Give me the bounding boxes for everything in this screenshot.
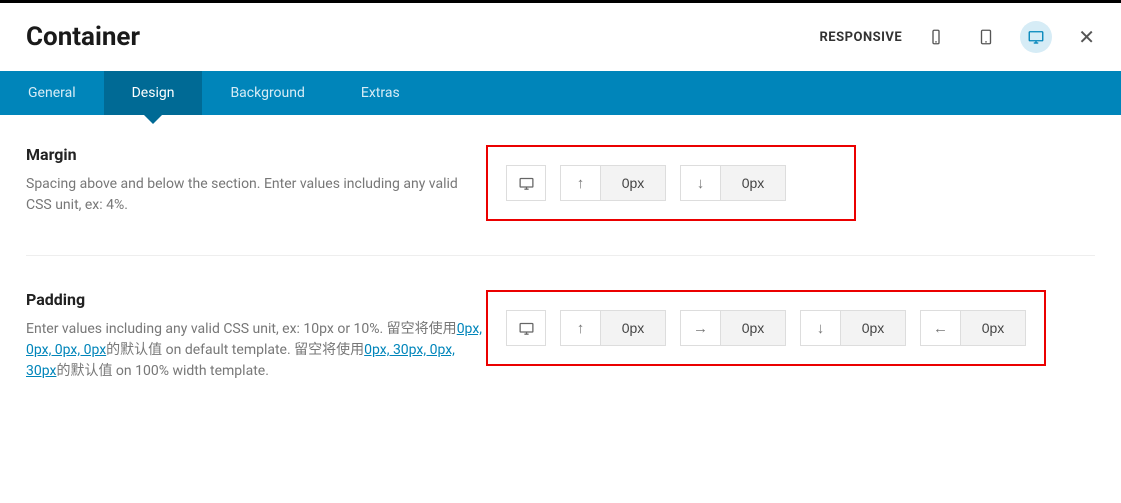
margin-controls: ↑ ↓ xyxy=(486,145,856,221)
padding-right-input: → xyxy=(680,310,786,346)
padding-device-button[interactable] xyxy=(506,310,546,346)
arrow-left-icon: ← xyxy=(920,310,960,346)
margin-row: Margin Spacing above and below the secti… xyxy=(26,145,1095,256)
page-title: Container xyxy=(26,22,140,52)
margin-desc: Spacing above and below the section. Ent… xyxy=(26,174,486,216)
arrow-up-icon: ↑ xyxy=(560,310,600,346)
margin-device-button[interactable] xyxy=(506,165,546,201)
responsive-switcher: RESPONSIVE ✕ xyxy=(819,21,1095,53)
padding-left-field[interactable] xyxy=(960,310,1026,346)
mobile-icon[interactable] xyxy=(920,21,952,53)
padding-top-field[interactable] xyxy=(600,310,666,346)
arrow-up-icon: ↑ xyxy=(560,165,600,201)
margin-title: Margin xyxy=(26,145,486,164)
margin-bottom-field[interactable] xyxy=(720,165,786,201)
padding-left-input: ← xyxy=(920,310,1026,346)
arrow-down-icon: ↓ xyxy=(800,310,840,346)
padding-title: Padding xyxy=(26,290,486,309)
tab-design[interactable]: Design xyxy=(104,71,203,115)
margin-bottom-input: ↓ xyxy=(680,165,786,201)
tab-extras[interactable]: Extras xyxy=(333,71,428,115)
padding-top-input: ↑ xyxy=(560,310,666,346)
margin-top-field[interactable] xyxy=(600,165,666,201)
padding-bottom-input: ↓ xyxy=(800,310,906,346)
arrow-down-icon: ↓ xyxy=(680,165,720,201)
padding-desc: Enter values including any valid CSS uni… xyxy=(26,319,486,382)
padding-row: Padding Enter values including any valid… xyxy=(26,290,1095,416)
tab-background[interactable]: Background xyxy=(202,71,332,115)
close-icon[interactable]: ✕ xyxy=(1078,25,1095,49)
tab-bar: General Design Background Extras xyxy=(0,71,1121,115)
padding-controls: ↑ → ↓ ← xyxy=(486,290,1046,366)
tablet-icon[interactable] xyxy=(970,21,1002,53)
margin-top-input: ↑ xyxy=(560,165,666,201)
responsive-label: RESPONSIVE xyxy=(819,30,902,45)
arrow-right-icon: → xyxy=(680,310,720,346)
padding-right-field[interactable] xyxy=(720,310,786,346)
padding-bottom-field[interactable] xyxy=(840,310,906,346)
desktop-icon[interactable] xyxy=(1020,21,1052,53)
tab-general[interactable]: General xyxy=(0,71,104,115)
